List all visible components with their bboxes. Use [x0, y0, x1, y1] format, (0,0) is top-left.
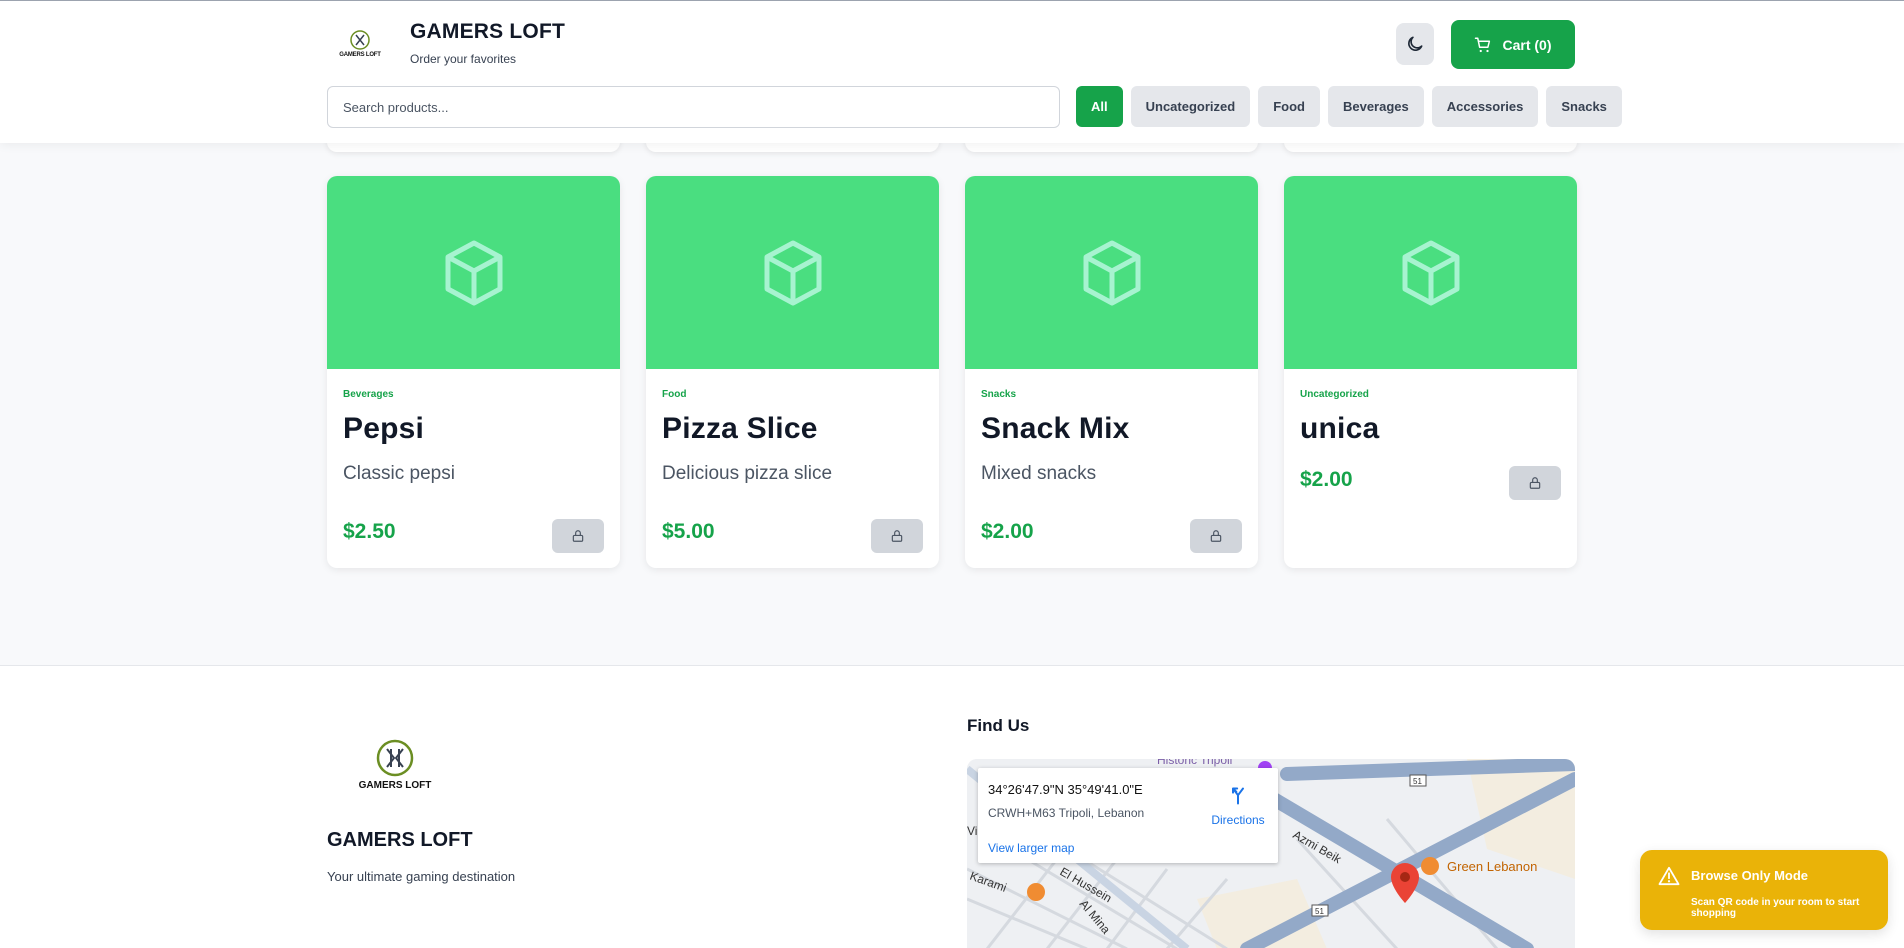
brand: GAMERS LOFT GAMERS LOFT Order your favor… [336, 19, 565, 67]
footer: GAMERS LOFT GAMERS LOFT Your ultimate ga… [0, 665, 1904, 948]
product-price: $2.50 [343, 520, 396, 543]
product-description: Mixed snacks [981, 463, 1097, 484]
product-card[interactable]: Food Pizza Slice Delicious pizza slice $… [646, 176, 939, 568]
map-label-green-lebanon: Green Lebanon [1447, 859, 1537, 874]
lock-icon [1210, 530, 1222, 542]
cart-label: Cart (0) [1502, 36, 1552, 53]
box-icon [1402, 240, 1459, 305]
filter-chip-accessories[interactable]: Accessories [1431, 86, 1539, 127]
product-name: Pizza Slice [662, 412, 818, 445]
road-number-label: 51 [1315, 907, 1324, 916]
road-number-label: 51 [1413, 777, 1422, 786]
brand-title: GAMERS LOFT [410, 20, 566, 43]
lock-icon [1529, 477, 1541, 489]
lock-icon [891, 530, 903, 542]
toast-message: Scan QR code in your room to start shopp… [1691, 897, 1860, 919]
product-image-placeholder [965, 176, 1258, 369]
filter-chip-beverages[interactable]: Beverages [1327, 86, 1424, 127]
filter-chip-uncategorized[interactable]: Uncategorized [1130, 86, 1251, 127]
box-icon [445, 240, 502, 305]
brand-logo[interactable]: GAMERS LOFT [336, 19, 384, 67]
browse-only-toast[interactable]: Browse Only Mode Scan QR code in your ro… [1640, 850, 1888, 930]
product-image-placeholder [646, 176, 939, 369]
footer-title: GAMERS LOFT [327, 829, 473, 851]
top-header: GAMERS LOFT GAMERS LOFT Order your favor… [0, 0, 1904, 143]
restaurant-pin-icon[interactable] [1027, 883, 1045, 901]
search-input[interactable] [327, 86, 1060, 128]
view-larger-map-link[interactable]: View larger map [988, 841, 1074, 855]
cart-button[interactable]: Cart (0) [1451, 20, 1575, 69]
product-image-placeholder [327, 176, 620, 369]
product-description: Classic pepsi [343, 463, 455, 484]
warning-icon [1658, 866, 1680, 891]
directions-icon [1232, 787, 1244, 805]
product-category: Snacks [981, 389, 1017, 400]
locked-add-button[interactable] [1509, 466, 1561, 500]
map-label-historic-tripoli: Historic Tripoli [1157, 759, 1232, 767]
product-price: $2.00 [981, 520, 1034, 543]
moon-icon [1408, 36, 1423, 51]
brand-logo-text: GAMERS LOFT [339, 51, 381, 58]
filter-chip-food[interactable]: Food [1258, 86, 1320, 127]
product-name: unica [1300, 412, 1380, 445]
toast-title: Browse Only Mode [1691, 868, 1809, 883]
category-filters: All Uncategorized Food Beverages Accesso… [1076, 86, 1622, 127]
product-price: $2.00 [1300, 468, 1353, 491]
theme-toggle-button[interactable] [1396, 23, 1434, 65]
locked-add-button[interactable] [871, 519, 923, 553]
product-card[interactable]: Uncategorized unica $2.00 [1284, 176, 1577, 568]
locked-add-button[interactable] [1190, 519, 1242, 553]
product-category: Uncategorized [1300, 389, 1369, 400]
brand-subtitle: Order your favorites [410, 52, 517, 66]
lock-icon [572, 530, 584, 542]
logo-emblem-icon [376, 739, 414, 777]
product-image-placeholder [1284, 176, 1577, 369]
locked-add-button[interactable] [552, 519, 604, 553]
product-description: Delicious pizza slice [662, 463, 833, 484]
footer-logo: GAMERS LOFT [359, 738, 431, 791]
product-name: Pepsi [343, 412, 425, 445]
product-category: Food [662, 389, 687, 400]
footer-logo-text: GAMERS LOFT [358, 780, 432, 791]
product-card[interactable]: Beverages Pepsi Classic pepsi $2.50 [327, 176, 620, 568]
restaurant-pin-icon[interactable] [1421, 857, 1439, 875]
find-us-heading: Find Us [967, 716, 1030, 735]
directions-label: Directions [1211, 813, 1265, 827]
product-name: Snack Mix [981, 412, 1130, 445]
product-price: $5.00 [662, 520, 715, 543]
footer-tagline: Your ultimate gaming destination [327, 869, 516, 884]
map-address: CRWH+M63 Tripoli, Lebanon [988, 806, 1145, 820]
filter-chip-all[interactable]: All [1076, 86, 1123, 127]
cart-icon [1475, 37, 1491, 52]
map-label-partial: Vi [967, 824, 977, 838]
product-grid: Beverages Pepsi Classic pepsi $2.50 Food… [327, 176, 1577, 568]
directions-button[interactable]: Directions [1206, 786, 1270, 827]
box-icon [764, 240, 821, 305]
box-icon [1083, 240, 1140, 305]
embedded-map[interactable]: Historic Tripoli Azmi Beik El Hussein Al… [967, 759, 1575, 948]
product-card[interactable]: Snacks Snack Mix Mixed snacks $2.00 [965, 176, 1258, 568]
map-coordinates: 34°26'47.9"N 35°49'41.0"E [988, 782, 1143, 797]
filter-chip-snacks[interactable]: Snacks [1546, 86, 1622, 127]
logo-emblem-icon [350, 29, 370, 50]
product-category: Beverages [343, 389, 394, 400]
map-info-card: 34°26'47.9"N 35°49'41.0"E CRWH+M63 Tripo… [978, 768, 1278, 863]
